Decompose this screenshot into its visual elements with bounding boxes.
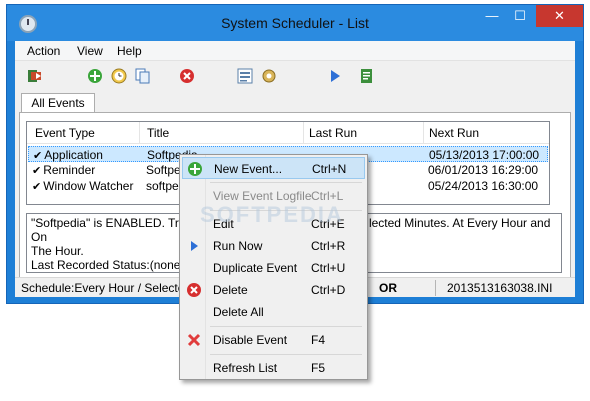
menu-separator (210, 354, 362, 355)
next-run-cell: 06/01/2013 16:29:00 (428, 163, 539, 177)
title-bar[interactable]: System Scheduler - List — ☐ ✕ (7, 5, 583, 41)
column-divider[interactable] (303, 122, 304, 144)
column-last-run[interactable]: Last Run (309, 126, 357, 140)
status-schedule: Schedule:Every Hour / Selecte (21, 281, 185, 295)
menu-item-label: Delete (213, 283, 248, 297)
event-type-text: Reminder (43, 163, 96, 177)
menu-item-shortcut: Ctrl+D (311, 283, 346, 297)
menu-item-label: View Event Logfile (213, 189, 312, 203)
description-text-start: "Softpedia" is ENABLED. Trigg (31, 216, 195, 230)
delete-icon[interactable] (179, 68, 195, 84)
status-file: 2013513163038.INI (447, 281, 553, 295)
menu-item-duplicate-event[interactable]: Duplicate Event Ctrl+U (182, 257, 365, 279)
menu-item-label: New Event... (214, 162, 283, 176)
menu-action[interactable]: Action (27, 44, 60, 58)
column-event-type[interactable]: Event Type (35, 126, 95, 140)
next-run-cell: 05/13/2013 17:00:00 (429, 148, 540, 162)
exit-icon[interactable] (27, 68, 43, 84)
menu-item-disable-event[interactable]: Disable Event F4 (182, 329, 365, 351)
menu-item-label: Delete All (213, 305, 264, 319)
run-icon[interactable] (327, 68, 343, 84)
menu-item-run-now[interactable]: Run Now Ctrl+R (182, 235, 365, 257)
event-type-text: Window Watcher (43, 179, 134, 193)
column-divider[interactable] (423, 122, 424, 144)
menu-item-label: Disable Event (213, 333, 288, 347)
menu-item-shortcut: Ctrl+L (311, 189, 344, 203)
disable-icon (187, 333, 201, 347)
watermark: SOFTPEDIA (200, 202, 344, 227)
menu-separator (210, 326, 362, 327)
column-divider[interactable] (139, 122, 140, 144)
toolbar (15, 62, 575, 90)
menu-item-delete[interactable]: Delete Ctrl+D (182, 279, 365, 301)
tab-all-events[interactable]: All Events (21, 93, 95, 113)
clock-icon[interactable] (111, 68, 127, 84)
event-type-cell: ✔ Reminder (32, 163, 95, 177)
menu-item-new-event[interactable]: New Event... Ctrl+N (182, 157, 365, 179)
menu-item-delete-all[interactable]: Delete All (182, 301, 365, 323)
list-header: Event Type Title Last Run Next Run (27, 122, 549, 144)
settings-icon[interactable] (261, 68, 277, 84)
menu-item-shortcut: Ctrl+N (312, 162, 347, 176)
check-icon: ✔ (32, 181, 42, 193)
context-menu: New Event... Ctrl+N View Event Logfile C… (179, 154, 368, 380)
status-mode: OR (379, 281, 397, 295)
menu-bar: Action View Help (15, 41, 575, 61)
menu-separator (210, 182, 362, 183)
maximize-button[interactable]: ☐ (506, 5, 534, 27)
next-run-cell: 05/24/2013 16:30:00 (428, 179, 539, 193)
menu-item-label: Refresh List (213, 361, 278, 375)
list-icon[interactable] (237, 68, 253, 84)
copy-icon[interactable] (135, 68, 151, 84)
event-type-text: Application (44, 148, 103, 162)
close-button[interactable]: ✕ (536, 5, 583, 27)
logfile-icon[interactable] (359, 68, 375, 84)
check-icon: ✔ (32, 165, 42, 177)
add-icon (188, 162, 202, 176)
column-title[interactable]: Title (147, 126, 169, 140)
menu-help[interactable]: Help (117, 44, 142, 58)
event-type-cell: ✔ Application (33, 148, 103, 162)
event-type-cell: ✔ Window Watcher (32, 179, 133, 193)
menu-item-label: Run Now (213, 239, 263, 253)
check-icon: ✔ (33, 150, 43, 162)
play-icon (191, 241, 198, 251)
minimize-button[interactable]: — (478, 5, 506, 27)
menu-item-shortcut: F4 (311, 333, 326, 347)
menu-item-refresh-list[interactable]: Refresh List F5 (182, 357, 365, 379)
column-next-run[interactable]: Next Run (429, 126, 479, 140)
add-event-icon[interactable] (87, 68, 103, 84)
menu-view[interactable]: View (77, 44, 103, 58)
menu-item-shortcut: F5 (311, 361, 326, 375)
delete-icon (187, 283, 201, 297)
menu-item-shortcut: Ctrl+R (311, 239, 346, 253)
status-divider (435, 280, 436, 296)
menu-item-shortcut: Ctrl+U (311, 261, 346, 275)
menu-item-label: Duplicate Event (213, 261, 298, 275)
